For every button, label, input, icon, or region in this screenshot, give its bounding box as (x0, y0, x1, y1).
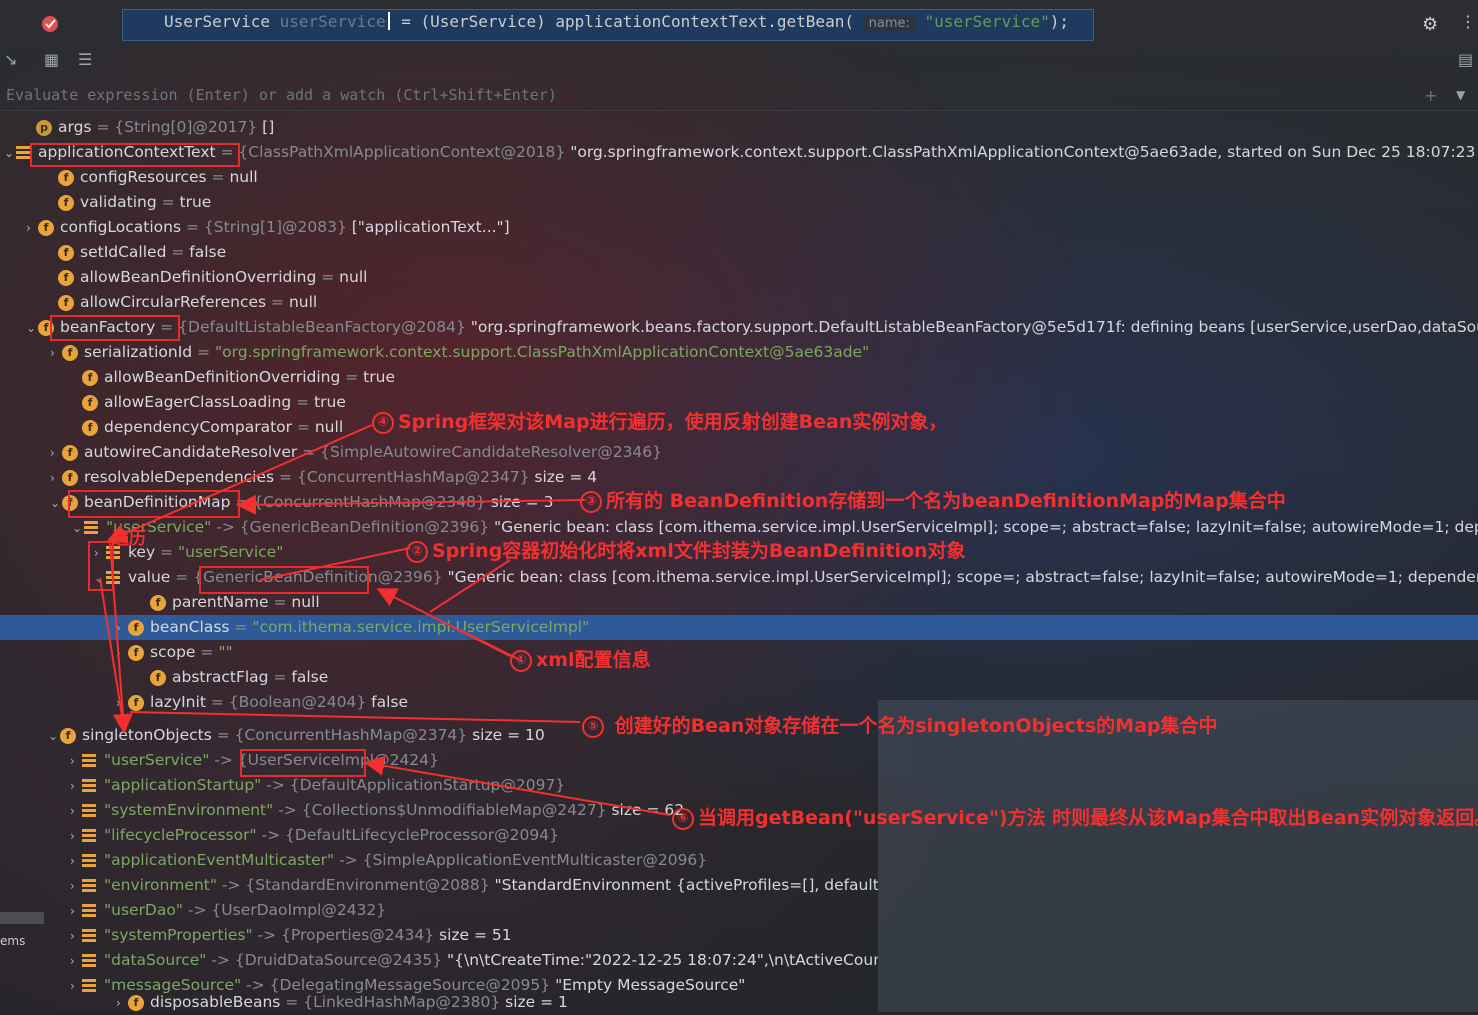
side-scroll[interactable] (0, 912, 44, 924)
annotation-2: ② Spring容器初始化时将xml文件封装为BeanDefinition对象 (406, 536, 966, 563)
annotation-traverse: 遍历 (112, 529, 146, 549)
annotation-4: ④ Spring框架对该Map进行遍历，使用反射创建Bean实例对象， (372, 407, 947, 434)
side-label: ems (0, 934, 26, 948)
annotation-5: ⑤ 创建好的Bean对象存储在一个名为singletonObjects的Map集… (582, 711, 1218, 738)
annotation-1: ① xml配置信息 (510, 645, 651, 672)
annotation-6: ⑥ 当调用getBean("userService")方法 时则最终从该Map集合… (672, 803, 1478, 830)
annotation-3: ③ 所有的 BeanDefinition存储到一个名为beanDefinition… (580, 486, 1286, 513)
